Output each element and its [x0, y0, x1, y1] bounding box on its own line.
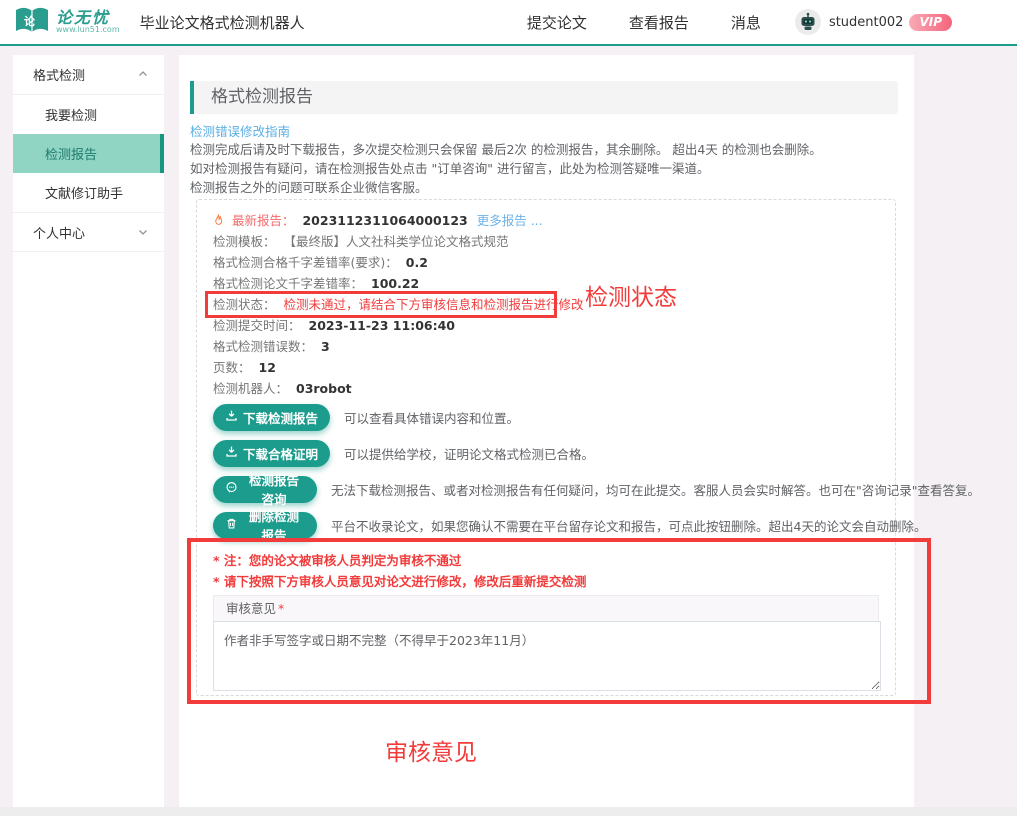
page-title: 格式检测报告 — [190, 81, 898, 114]
review-section: * 注：您的论文被审核人员判定为审核不通过 * 请下按照下方审核人员意见对论文进… — [213, 551, 879, 691]
top-header: 论 论无忧 www.lun51.com 毕业论文格式检测机器人 提交论文 查看报… — [0, 0, 1017, 46]
info-row-paper-rate: 格式检测论文千字差错率： 100.22 — [213, 273, 879, 294]
info-row-error-count: 格式检测错误数： 3 — [213, 336, 879, 357]
username: student002 — [829, 15, 904, 30]
info-row-page-count: 页数： 12 — [213, 357, 879, 378]
chevron-up-icon — [138, 67, 148, 82]
action-row: 下载合格证明 可以提供给学校，证明论文格式检测已合格。 — [213, 439, 879, 467]
download-report-button[interactable]: 下载检测报告 — [213, 404, 330, 431]
download-icon — [225, 445, 238, 461]
info-row-template: 检测模板： 【最终版】人文社科类学位论文格式规范 — [213, 231, 879, 252]
notice-line: 检测报告之外的问题可联系企业微信客服。 — [190, 178, 914, 197]
more-reports-link[interactable]: 更多报告 ... — [477, 213, 543, 228]
chat-icon — [225, 481, 238, 497]
info-row-check-status: 检测状态： 检测未通过，请结合下方审核信息和检测报告进行修改 检测状态 — [213, 294, 879, 315]
svg-text:论: 论 — [24, 14, 36, 28]
download-icon — [225, 409, 238, 425]
action-desc: 可以查看具体错误内容和位置。 — [344, 408, 519, 427]
required-asterisk: * — [278, 601, 284, 616]
notice-line: 如对检测报告有疑问，请在检测报告处点击 "订单咨询" 进行留言，此处为检测答疑唯… — [190, 159, 914, 178]
top-nav: 提交论文 查看报告 消息 — [527, 12, 761, 33]
chevron-down-icon — [138, 225, 148, 240]
trash-icon — [225, 517, 238, 533]
sidebar-group-label: 格式检测 — [33, 65, 85, 84]
sidebar-group-label: 个人中心 — [33, 223, 85, 242]
download-certificate-button[interactable]: 下载合格证明 — [213, 440, 330, 467]
book-logo-icon: 论 — [14, 5, 50, 39]
review-note-1: * 注：您的论文被审核人员判定为审核不通过 — [213, 551, 879, 570]
info-row-robot: 检测机器人： 03robot — [213, 378, 879, 399]
review-field-label: 审核意见* — [213, 595, 879, 621]
review-note-2: * 请下按照下方审核人员意见对论文进行修改，修改后重新提交检测 — [213, 572, 879, 591]
sidebar-group-personal-center[interactable]: 个人中心 — [13, 212, 164, 252]
sidebar-item-start-check[interactable]: 我要检测 — [13, 95, 164, 134]
action-desc: 无法下载检测报告、或者对检测报告有任何疑问，均可在此提交。客服人员会实时解答。也… — [331, 480, 980, 499]
info-row-pass-rate: 格式检测合格千字差错率(要求)： 0.2 — [213, 252, 879, 273]
sidebar-item-reference-assistant[interactable]: 文献修订助手 — [13, 173, 164, 212]
brand-logo[interactable]: 论 论无忧 www.lun51.com — [14, 5, 120, 39]
review-comment-textarea[interactable]: 作者非手写签字或日期不完整（不得早于2023年11月） — [213, 621, 881, 691]
sidebar-item-check-report[interactable]: 检测报告 — [13, 134, 164, 173]
nav-messages[interactable]: 消息 — [731, 12, 761, 33]
error-fix-guide-link[interactable]: 检测错误修改指南 — [190, 121, 290, 140]
action-desc: 可以提供给学校，证明论文格式检测已合格。 — [344, 444, 594, 463]
action-row: 下载检测报告 可以查看具体错误内容和位置。 — [213, 403, 879, 431]
footer-strip — [0, 807, 1017, 816]
vip-badge: VIP — [909, 14, 952, 31]
action-row: 检测报告咨询 无法下载检测报告、或者对检测报告有任何疑问，均可在此提交。客服人员… — [213, 475, 879, 503]
report-consult-button[interactable]: 检测报告咨询 — [213, 476, 317, 503]
app-title: 毕业论文格式检测机器人 — [140, 12, 305, 33]
report-card: 最新报告： 2023112311064000123 更多报告 ... 检测模板：… — [196, 199, 896, 696]
brand-name: 论无忧 — [56, 9, 120, 27]
flame-icon — [213, 213, 228, 228]
action-buttons: 下载检测报告 可以查看具体错误内容和位置。 下载合格证明 可以提供给学校，证明论… — [213, 403, 879, 539]
latest-report-row: 最新报告： 2023112311064000123 更多报告 ... — [213, 210, 879, 231]
notice-line: 检测完成后请及时下载报告，多次提交检测只会保留 最后2次 的检测报告，其余删除。… — [190, 140, 914, 159]
sidebar: 格式检测 我要检测 检测报告 文献修订助手 个人中心 — [13, 55, 164, 807]
nav-submit-paper[interactable]: 提交论文 — [527, 12, 587, 33]
sidebar-group-format-check[interactable]: 格式检测 — [13, 55, 164, 95]
delete-report-button[interactable]: 删除检测报告 — [213, 512, 317, 539]
action-desc: 平台不收录论文，如果您确认不需要在平台留存论文和报告，可点此按钮删除。超出4天的… — [331, 516, 926, 535]
robot-avatar — [795, 9, 821, 35]
user-menu[interactable]: student002 VIP — [795, 9, 952, 35]
brand-site-url: www.lun51.com — [56, 26, 120, 35]
main-panel: 格式检测报告 检测错误修改指南 检测完成后请及时下载报告，多次提交检测只会保留 … — [179, 55, 914, 807]
action-row: 删除检测报告 平台不收录论文，如果您确认不需要在平台留存论文和报告，可点此按钮删… — [213, 511, 879, 539]
info-row-submit-time: 检测提交时间： 2023-11-23 11:06:40 — [213, 315, 879, 336]
latest-report-label: 最新报告： — [232, 213, 295, 228]
check-status-value: 检测未通过，请结合下方审核信息和检测报告进行修改 — [284, 297, 584, 312]
nav-view-report[interactable]: 查看报告 — [629, 12, 689, 33]
notice-block: 检测完成后请及时下载报告，多次提交检测只会保留 最后2次 的检测报告，其余删除。… — [190, 140, 914, 197]
latest-report-number: 2023112311064000123 — [302, 213, 467, 228]
